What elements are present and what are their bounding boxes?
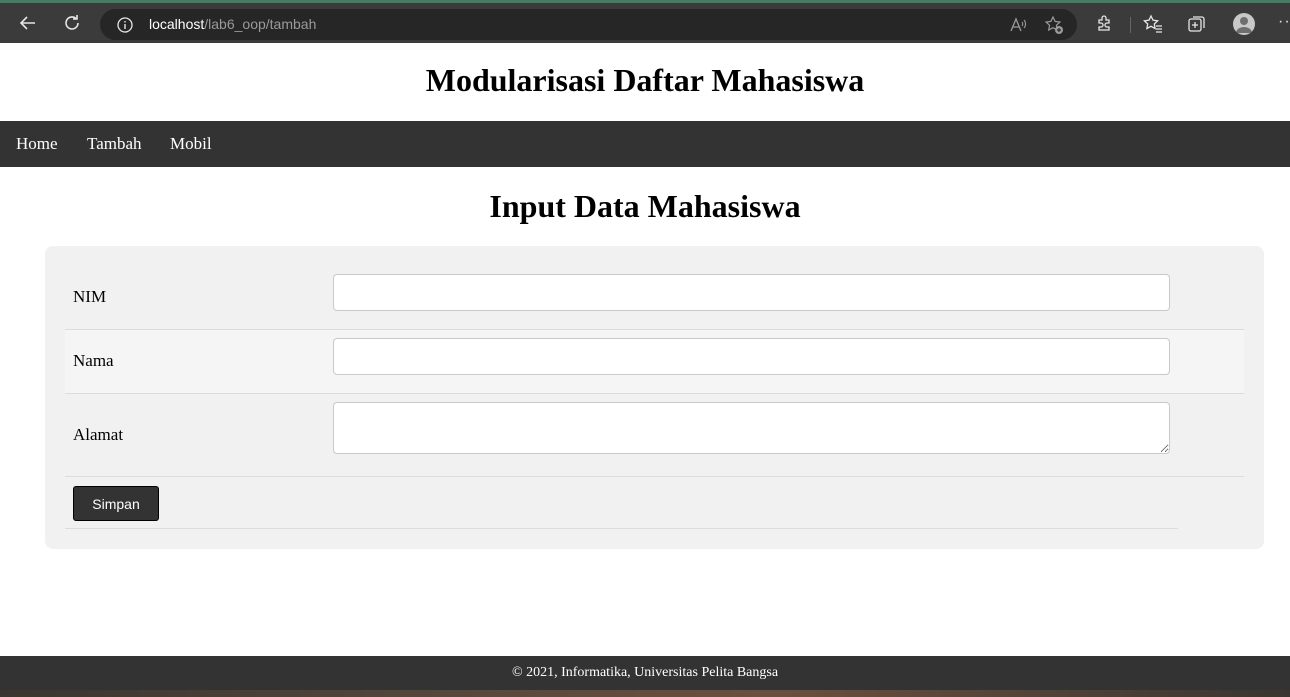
form-row-alamat: Alamat <box>65 394 1244 477</box>
input-form: NIM Nama Alamat Simpan <box>45 246 1264 549</box>
form-row-submit: Simpan <box>65 477 1178 529</box>
url-path: /lab6_oop/tambah <box>204 16 317 32</box>
read-aloud-icon[interactable] <box>1009 16 1027 39</box>
main-navbar: Home Tambah Mobil <box>0 121 1290 167</box>
url-host: localhost <box>149 16 205 32</box>
form-row-nama: Nama <box>65 330 1244 394</box>
extensions-icon[interactable] <box>1095 14 1115 39</box>
form-row-nim: NIM <box>65 266 1244 330</box>
alamat-label: Alamat <box>73 425 124 444</box>
info-icon[interactable] <box>117 17 133 33</box>
address-url[interactable]: localhost/lab6_oop/tambah <box>149 16 316 32</box>
more-icon[interactable]: ··· <box>1278 13 1290 31</box>
address-bar[interactable]: localhost/lab6_oop/tambah <box>100 9 1077 40</box>
toolbar-separator <box>1130 17 1131 33</box>
alamat-textarea[interactable] <box>333 402 1170 454</box>
nav-item-mobil[interactable]: Mobil <box>170 134 212 154</box>
reload-icon[interactable] <box>60 11 84 35</box>
nim-input[interactable] <box>333 274 1170 311</box>
page-footer: © 2021, Informatika, Universitas Pelita … <box>0 656 1290 690</box>
profile-icon[interactable] <box>1233 13 1255 35</box>
favorite-add-icon[interactable] <box>1044 15 1064 40</box>
nama-input[interactable] <box>333 338 1170 375</box>
page-title: Input Data Mahasiswa <box>489 188 801 224</box>
nav-item-tambah[interactable]: Tambah <box>87 134 142 154</box>
nim-label: NIM <box>73 287 107 306</box>
site-title: Modularisasi Daftar Mahasiswa <box>425 62 865 98</box>
back-icon[interactable] <box>16 11 40 35</box>
nav-item-home[interactable]: Home <box>16 134 58 154</box>
browser-toolbar: localhost/lab6_oop/tambah ··· <box>0 0 1290 43</box>
collections-icon[interactable] <box>1187 14 1207 39</box>
favorites-icon[interactable] <box>1142 14 1163 39</box>
save-button[interactable]: Simpan <box>73 486 159 521</box>
nama-label: Nama <box>73 351 114 370</box>
desktop-background-strip <box>0 690 1290 697</box>
